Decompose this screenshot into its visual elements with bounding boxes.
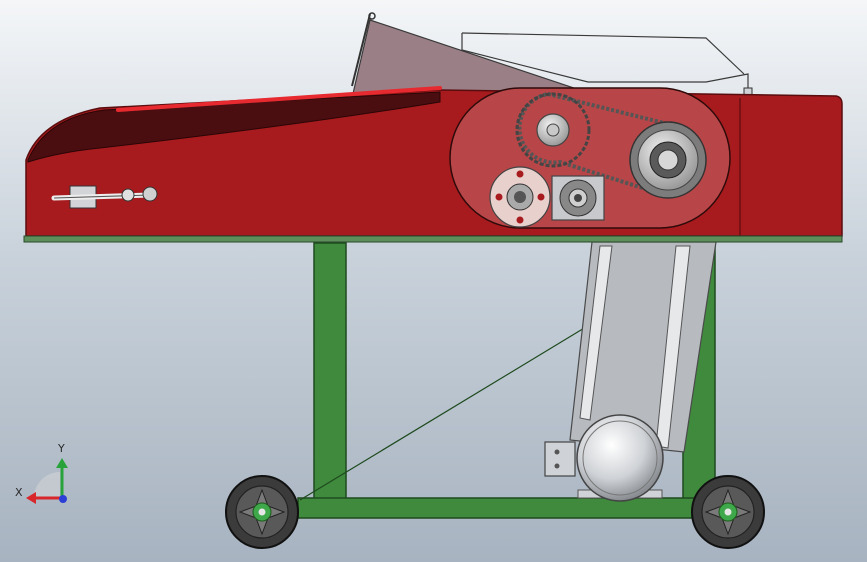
y-axis-label: Y [58,442,65,455]
front-leg [313,242,347,506]
cad-viewport[interactable]: Y X [0,0,867,562]
right-wheel [691,475,765,549]
model-drawing[interactable] [0,0,867,562]
left-wheel [225,475,299,549]
hopper [351,12,599,99]
view-triad[interactable] [26,458,68,504]
electric-motor [544,414,664,502]
bottom-rail [297,497,735,519]
z-axis-dot [59,495,67,503]
x-axis-label: X [15,486,23,499]
chain-drive-cover [449,87,731,229]
